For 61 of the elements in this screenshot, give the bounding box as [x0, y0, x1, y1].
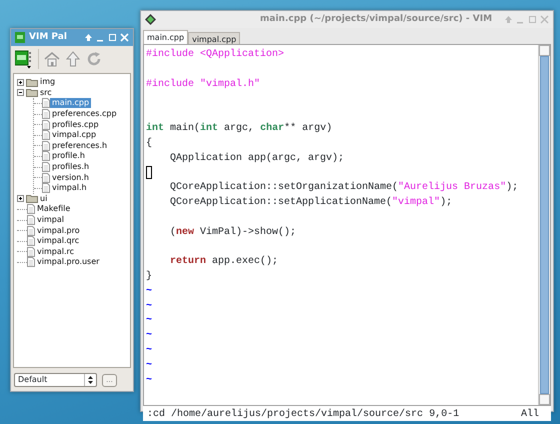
- expand-icon[interactable]: [17, 195, 24, 202]
- code-line: int main(int argc, char** argv): [146, 122, 332, 134]
- close-icon[interactable]: [540, 15, 549, 24]
- vim-menu-icon[interactable]: [15, 50, 33, 68]
- tree-item[interactable]: ui: [38, 194, 50, 204]
- up-arrow-icon[interactable]: [65, 51, 81, 67]
- tree-item[interactable]: vimpal.qrc: [35, 236, 82, 246]
- maximize-icon[interactable]: [528, 15, 537, 24]
- code-line: }: [146, 270, 152, 282]
- vim-logo-icon: [15, 32, 25, 43]
- code-line: {: [146, 138, 152, 149]
- window-title: main.cpp (~/projects/vimpal/source/src) - VIM: [260, 12, 492, 26]
- tilde-marker: ~: [146, 315, 152, 326]
- window-title: VIM Pal: [29, 30, 67, 44]
- refresh-icon[interactable]: [86, 51, 102, 67]
- code-line: QCoreApplication::setApplicationName("vimpal");: [169, 196, 452, 208]
- code-line: return app.exec();: [170, 256, 278, 268]
- scrollbar[interactable]: [538, 45, 550, 405]
- tree-item[interactable]: profile.h: [50, 151, 87, 162]
- tree-item[interactable]: main.cpp: [50, 98, 92, 108]
- profile-select[interactable]: Default: [14, 373, 97, 387]
- code-line: #include "vimpal.h": [146, 78, 260, 90]
- tilde-marker: ~: [146, 300, 152, 312]
- pin-icon[interactable]: [504, 15, 513, 24]
- vim-logo-icon: [145, 14, 156, 25]
- code-line: (new VimPal)->show();: [169, 226, 296, 238]
- tab[interactable]: vimpal.cpp: [188, 32, 240, 44]
- tilde-marker: ~: [146, 344, 152, 356]
- tilde-marker: ~: [146, 374, 152, 386]
- tab[interactable]: main.cpp: [143, 30, 188, 44]
- tree-item[interactable]: vimpal: [35, 215, 66, 226]
- spinner-icon: [88, 376, 93, 384]
- collapse-icon[interactable]: [17, 89, 24, 96]
- tree-item[interactable]: preferences.cpp: [50, 109, 119, 120]
- cursor-position: 9,0-1: [429, 408, 460, 420]
- tree-item[interactable]: version.h: [50, 172, 91, 183]
- tree-item[interactable]: vimpal.cpp: [50, 130, 98, 140]
- pin-icon[interactable]: [84, 33, 93, 42]
- code-line: QCoreApplication::setOrganizationName("Aurelijus Bruzas");: [169, 182, 518, 194]
- home-icon[interactable]: [44, 51, 60, 67]
- folder-icon: [26, 78, 38, 87]
- tree-item[interactable]: Makefile: [35, 204, 72, 214]
- tree-item[interactable]: vimpal.pro.user: [35, 257, 102, 268]
- tree-item[interactable]: src: [38, 88, 54, 98]
- tree-item[interactable]: vimpal.pro: [35, 226, 82, 236]
- tree-item[interactable]: img: [38, 77, 58, 88]
- tree-item[interactable]: profiles.cpp: [50, 120, 101, 130]
- folder-icon: [26, 194, 38, 204]
- folder-icon: [26, 88, 38, 98]
- tree-item[interactable]: profiles.h: [50, 162, 92, 172]
- tree-item[interactable]: preferences.h: [50, 140, 110, 151]
- command-line: :cd /home/aurelijus/projects/vimpal/source/src: [147, 408, 424, 420]
- scroll-position: All: [520, 408, 539, 420]
- tree-item[interactable]: vimpal.rc: [35, 246, 76, 257]
- tilde-marker: ~: [146, 360, 152, 371]
- tilde-marker: ~: [146, 286, 152, 297]
- tilde-marker: ~: [146, 330, 152, 342]
- code-line: #include <QApplication>: [146, 49, 284, 60]
- code-line: QApplication app(argc, argv);: [169, 152, 344, 164]
- expand-icon[interactable]: [17, 78, 24, 86]
- tree-item[interactable]: vimpal.h: [50, 183, 89, 194]
